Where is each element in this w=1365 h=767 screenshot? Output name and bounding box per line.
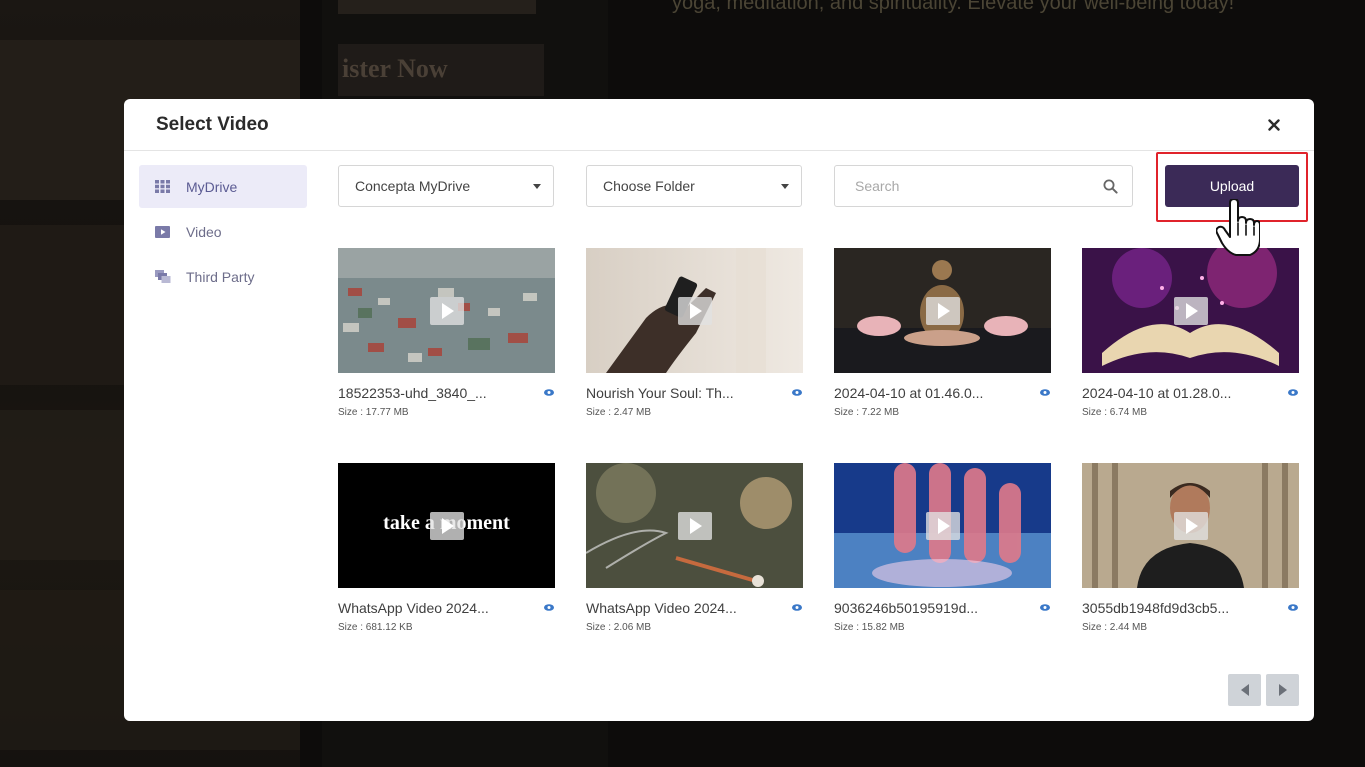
video-thumbnail[interactable] [1082, 463, 1299, 588]
eye-icon[interactable] [792, 389, 804, 397]
video-name: Nourish Your Soul: Th... [586, 385, 734, 401]
sidebar-item-video[interactable]: Video [139, 210, 307, 253]
chevron-down-icon [533, 183, 541, 189]
sidebar-item-label: Video [186, 223, 222, 240]
eye-icon[interactable] [1040, 389, 1052, 397]
folder-select-value: Choose Folder [603, 178, 695, 194]
video-card[interactable]: 2024-04-10 at 01.46.0... Size : 7.22 MB [834, 248, 1052, 418]
select-video-modal: Select Video MyDrive Video Third Party C… [124, 99, 1314, 721]
chevron-down-icon [781, 183, 789, 189]
video-card[interactable]: 3055db1948fd9d3cb5... Size : 2.44 MB [1082, 463, 1300, 633]
video-thumbnail[interactable] [834, 463, 1051, 588]
video-name: WhatsApp Video 2024... [586, 600, 737, 616]
eye-icon[interactable] [544, 389, 556, 397]
modal-header: Select Video [124, 99, 1314, 151]
video-size: Size : 15.82 MB [834, 622, 905, 633]
eye-icon[interactable] [792, 604, 804, 612]
search-box [834, 165, 1133, 207]
video-thumbnail[interactable] [834, 248, 1051, 373]
video-size: Size : 2.44 MB [1082, 622, 1148, 633]
search-input[interactable] [855, 178, 1103, 194]
background-register-text: ister Now [338, 44, 544, 96]
video-card[interactable]: Nourish Your Soul: Th... Size : 2.47 MB [586, 248, 804, 418]
video-thumbnail[interactable] [1082, 248, 1299, 373]
video-name: 2024-04-10 at 01.46.0... [834, 385, 984, 401]
folder-select[interactable]: Choose Folder [586, 165, 802, 207]
play-icon [1173, 511, 1208, 540]
video-name: 3055db1948fd9d3cb5... [1082, 600, 1230, 616]
arrow-right-icon [1278, 684, 1287, 696]
eye-icon[interactable] [1040, 604, 1052, 612]
third-party-icon [155, 270, 171, 284]
video-thumbnail[interactable] [586, 463, 803, 588]
sidebar-item-third-party[interactable]: Third Party [139, 255, 307, 298]
arrow-left-icon [1240, 684, 1249, 696]
search-icon[interactable] [1103, 179, 1118, 194]
close-icon[interactable] [1264, 115, 1284, 135]
video-size: Size : 7.22 MB [834, 407, 900, 418]
hand-cursor-icon [1216, 199, 1260, 256]
video-size: Size : 2.47 MB [586, 407, 652, 418]
video-card[interactable]: WhatsApp Video 2024... Size : 2.06 MB [586, 463, 804, 633]
video-card[interactable]: take a moment WhatsApp Video 2024... Siz… [338, 463, 556, 633]
video-name: 9036246b50195919d... [834, 600, 979, 616]
play-icon [925, 296, 960, 325]
video-card[interactable]: 9036246b50195919d... Size : 15.82 MB [834, 463, 1052, 633]
play-icon [677, 296, 712, 325]
video-card[interactable]: 2024-04-10 at 01.28.0... Size : 6.74 MB [1082, 248, 1300, 418]
play-icon [925, 511, 960, 540]
drive-select[interactable]: Concepta MyDrive [338, 165, 554, 207]
play-icon [429, 296, 464, 325]
pagination [1228, 674, 1299, 706]
video-thumbnail[interactable] [338, 248, 555, 373]
sidebar-item-label: MyDrive [186, 178, 238, 195]
eye-icon[interactable] [1288, 389, 1300, 397]
drive-select-value: Concepta MyDrive [355, 178, 471, 194]
play-icon [677, 511, 712, 540]
video-card[interactable]: 18522353-uhd_3840_... Size : 17.77 MB [338, 248, 556, 418]
previous-page-button[interactable] [1228, 674, 1261, 706]
modal-title: Select Video [156, 113, 269, 135]
video-name: 2024-04-10 at 01.28.0... [1082, 385, 1232, 401]
play-icon [429, 511, 464, 540]
video-size: Size : 17.77 MB [338, 407, 409, 418]
grid-icon [155, 180, 171, 194]
source-sidebar: MyDrive Video Third Party [139, 165, 307, 300]
play-icon [1173, 296, 1208, 325]
sidebar-item-mydrive[interactable]: MyDrive [139, 165, 307, 208]
video-size: Size : 681.12 KB [338, 622, 413, 633]
video-name: WhatsApp Video 2024... [338, 600, 489, 616]
background-strip [338, 0, 536, 14]
sidebar-item-label: Third Party [186, 268, 255, 285]
video-thumbnail[interactable]: take a moment [338, 463, 555, 588]
eye-icon[interactable] [1288, 604, 1300, 612]
video-size: Size : 2.06 MB [586, 622, 652, 633]
next-page-button[interactable] [1266, 674, 1299, 706]
video-icon [155, 225, 171, 239]
eye-icon[interactable] [544, 604, 556, 612]
video-size: Size : 6.74 MB [1082, 407, 1148, 418]
background-tagline: yoga, meditation, and spirituality. Elev… [672, 0, 1235, 14]
video-thumbnail[interactable] [586, 248, 803, 373]
video-name: 18522353-uhd_3840_... [338, 385, 487, 401]
